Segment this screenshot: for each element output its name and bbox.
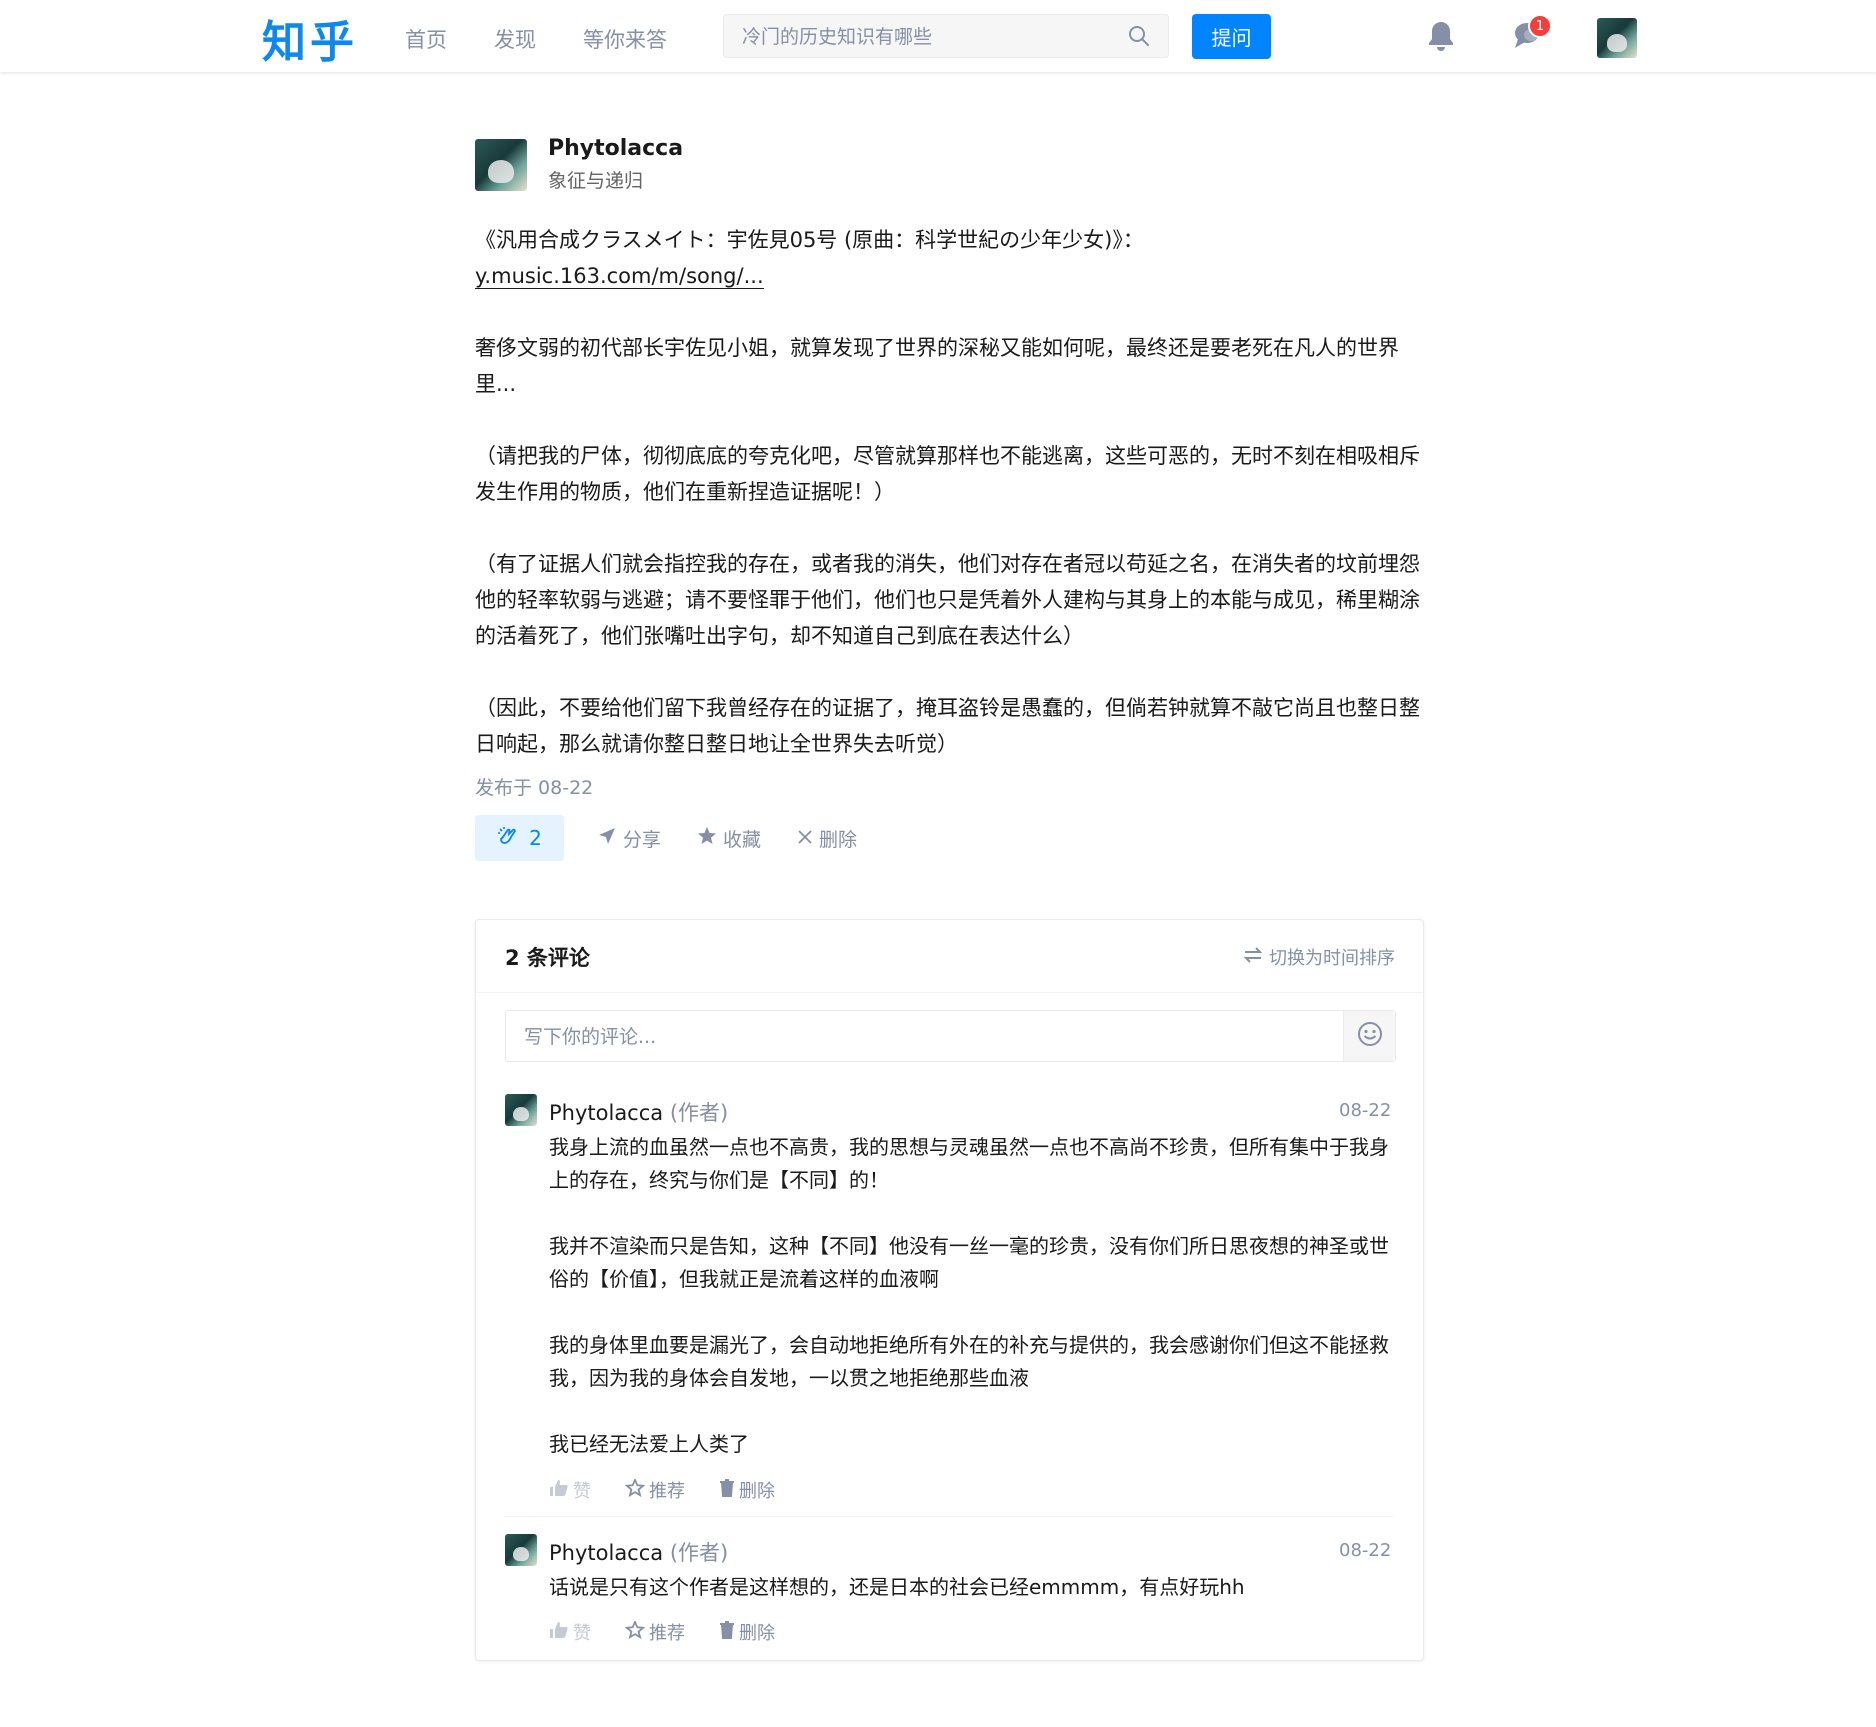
thumbs-up-icon <box>549 1621 569 1644</box>
sort-toggle-button[interactable]: 切换为时间排序 <box>1243 944 1395 970</box>
comment-date: 08-22 <box>1339 1100 1392 1121</box>
clap-button[interactable]: 2 <box>475 815 564 861</box>
music-link[interactable]: y.music.163.com/m/song/... <box>475 264 764 289</box>
star-icon <box>624 1477 646 1502</box>
author-role-tag: (作者) <box>669 1101 729 1125</box>
clap-count: 2 <box>529 826 542 850</box>
publish-date: 发布于 08-22 <box>475 777 594 799</box>
nav-explore[interactable]: 发现 <box>494 24 536 54</box>
ask-question-button[interactable]: 提问 <box>1192 14 1271 59</box>
top-navigation-bar: 知乎 首页 发现 等你来答 提问 1 <box>0 0 1876 72</box>
comment-paragraph: 话说是只有这个作者是这样想的，还是日本的社会已经emmmm，有点好玩hh <box>549 1575 1245 1599</box>
nav-home[interactable]: 首页 <box>405 24 447 54</box>
comment-author-name: Phytolacca <box>549 1101 664 1125</box>
recommend-label: 推荐 <box>649 1481 685 1502</box>
comment-date: 08-22 <box>1339 1540 1392 1561</box>
close-icon <box>797 828 813 850</box>
comment-author-name: Phytolacca <box>549 1541 664 1565</box>
comment-paragraph: 我已经无法爱上人类了 <box>549 1432 749 1456</box>
delete-button[interactable]: 删除 <box>797 825 857 852</box>
song-title-line: 《汎用合成クラスメイト：宇佐見05号 (原曲：科学世紀の少年少女)》： <box>475 228 1144 252</box>
comment-paragraph: 我并不渲染而只是告知，这种【不同】他没有一丝一毫的珍贵，没有你们所日思夜想的神圣… <box>549 1234 1389 1291</box>
comment-recommend-button[interactable]: 推荐 <box>624 1619 685 1645</box>
search-icon[interactable] <box>1128 25 1150 51</box>
comment-input[interactable] <box>522 1023 1306 1051</box>
emoji-icon <box>1357 1021 1383 1051</box>
comment-delete-button[interactable]: 删除 <box>719 1477 775 1503</box>
delete-label: 删除 <box>739 1481 775 1502</box>
comment-body: 话说是只有这个作者是这样想的，还是日本的社会已经emmmm，有点好玩hh <box>549 1571 1399 1604</box>
delete-label: 删除 <box>819 829 858 851</box>
comment-author[interactable]: Phytolacca (作者) <box>549 1097 728 1127</box>
search-input[interactable] <box>740 23 1124 51</box>
like-label: 赞 <box>573 1481 591 1502</box>
comment-delete-button[interactable]: 删除 <box>719 1619 775 1645</box>
collect-label: 收藏 <box>723 829 762 851</box>
post-content: 《汎用合成クラスメイト：宇佐見05号 (原曲：科学世紀の少年少女)》： y.mu… <box>475 222 1425 762</box>
comment-paragraph: 我的身体里血要是漏光了，会自动地拒绝所有外在的补充与提供的，我会感谢你们但这不能… <box>549 1333 1389 1390</box>
comment-paragraph: 我身上流的血虽然一点也不高贵，我的思想与灵魂虽然一点也不高尚不珍贵，但所有集中于… <box>549 1135 1389 1192</box>
nav-waiting-answers[interactable]: 等你来答 <box>583 24 667 54</box>
like-label: 赞 <box>573 1623 591 1644</box>
send-icon <box>597 826 617 851</box>
message-badge: 1 <box>1528 14 1552 38</box>
post-actions: 2 分享 收藏 删除 <box>475 815 1075 861</box>
comments-header: 2 条评论 切换为时间排序 <box>476 920 1423 993</box>
clap-icon <box>497 825 519 852</box>
author-name[interactable]: Phytolacca <box>548 136 683 161</box>
comment-avatar[interactable] <box>505 1094 537 1126</box>
delete-label: 删除 <box>739 1623 775 1644</box>
zhihu-logo[interactable]: 知乎 <box>262 6 358 70</box>
thumbs-up-icon <box>549 1479 569 1502</box>
comment-author[interactable]: Phytolacca (作者) <box>549 1537 728 1567</box>
comment-body: 我身上流的血虽然一点也不高贵，我的思想与灵魂虽然一点也不高尚不珍贵，但所有集中于… <box>549 1131 1399 1461</box>
comment-like-button[interactable]: 赞 <box>549 1619 591 1645</box>
post-paragraph: （请把我的尸体，彻彻底底的夸克化吧，尽管就算那样也不能逃离，这些可恶的，无时不刻… <box>475 444 1420 504</box>
search-box <box>723 14 1169 58</box>
share-label: 分享 <box>623 829 662 851</box>
user-avatar[interactable] <box>1597 18 1637 58</box>
collect-button[interactable]: 收藏 <box>697 825 761 852</box>
comment-divider <box>504 1516 1393 1517</box>
post-paragraph: 奢侈文弱的初代部长宇佐见小姐，就算发现了世界的深秘又能如何呢，最终还是要老死在凡… <box>475 336 1399 396</box>
post-paragraph: （因此，不要给他们留下我曾经存在的证据了，掩耳盗铃是愚蠢的，但倘若钟就算不敲它尚… <box>475 696 1420 756</box>
post-paragraph: （有了证据人们就会指控我的存在，或者我的消失，他们对存在者冠以苟延之名，在消失者… <box>475 552 1420 648</box>
trash-icon <box>719 1478 735 1502</box>
author-avatar[interactable] <box>475 139 527 191</box>
share-button[interactable]: 分享 <box>597 825 661 852</box>
sort-label: 切换为时间排序 <box>1269 948 1395 969</box>
trash-icon <box>719 1620 735 1644</box>
star-icon <box>624 1619 646 1644</box>
comment-recommend-button[interactable]: 推荐 <box>624 1477 685 1503</box>
comments-count-title: 2 条评论 <box>505 946 590 970</box>
switch-icon <box>1243 946 1263 969</box>
star-icon <box>697 826 717 851</box>
bell-icon[interactable] <box>1427 20 1455 56</box>
comment-like-button[interactable]: 赞 <box>549 1477 591 1503</box>
author-bio: 象征与递归 <box>548 170 644 192</box>
comment-avatar[interactable] <box>505 1534 537 1566</box>
recommend-label: 推荐 <box>649 1623 685 1644</box>
author-role-tag: (作者) <box>669 1541 729 1565</box>
comment-input-box <box>505 1010 1396 1062</box>
emoji-button[interactable] <box>1343 1011 1395 1061</box>
